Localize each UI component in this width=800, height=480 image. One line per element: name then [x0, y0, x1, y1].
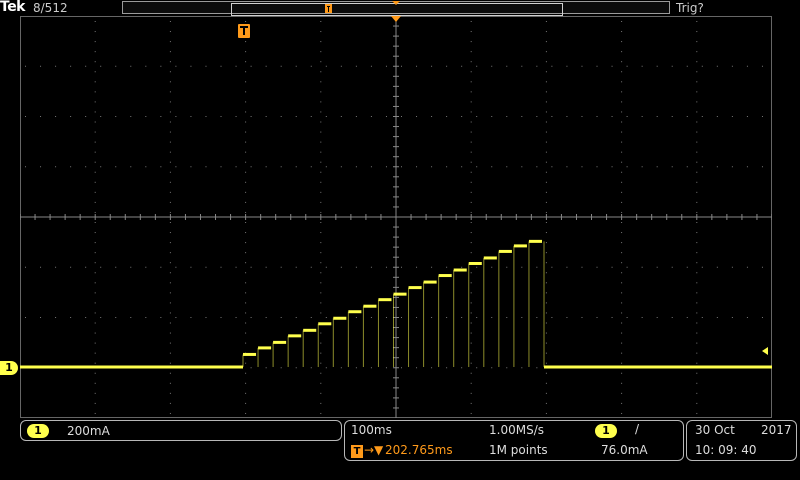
channel-scale: 200mA [67, 424, 110, 438]
acquisition-counter: 8/512 [33, 1, 68, 15]
record-trigger-icon [325, 1, 400, 13]
record-view-bar[interactable] [122, 1, 670, 16]
trigger-level: 76.0mA [601, 443, 648, 457]
channel-readout-panel[interactable]: 1 200mA [20, 420, 342, 441]
date-day-month: 30 Oct [695, 423, 735, 437]
trigger-source-badge: 1 [595, 424, 617, 438]
trigger-position-icon: T [351, 445, 363, 458]
time: 10: 09: 40 [695, 443, 757, 457]
timebase-panel[interactable]: 100ms 1.00MS/s 1 / T →▼ 202.765ms 1M poi… [344, 420, 684, 461]
trigger-position-arrow: →▼ [364, 443, 384, 457]
brand-logo: Tek [0, 0, 26, 15]
date-year: 2017 [761, 423, 792, 437]
graticule [19, 15, 773, 418]
channel-1-ground-marker[interactable]: 1 [0, 361, 18, 375]
channel-badge: 1 [27, 424, 49, 438]
status-bar: Tek 8/512 Trig? [0, 0, 800, 16]
trigger-position-marker [391, 16, 401, 22]
waveform-display[interactable] [19, 15, 773, 418]
trigger-status: Trig? [676, 1, 704, 15]
record-length: 1M points [489, 443, 548, 457]
datetime-panel[interactable]: 30 Oct 2017 10: 09: 40 [686, 420, 797, 461]
trigger-level-marker [762, 347, 768, 355]
sample-rate: 1.00MS/s [489, 423, 544, 437]
horizontal-scale: 100ms [351, 423, 392, 437]
trigger-slope-icon: / [635, 422, 640, 436]
trigger-position: 202.765ms [385, 443, 453, 457]
